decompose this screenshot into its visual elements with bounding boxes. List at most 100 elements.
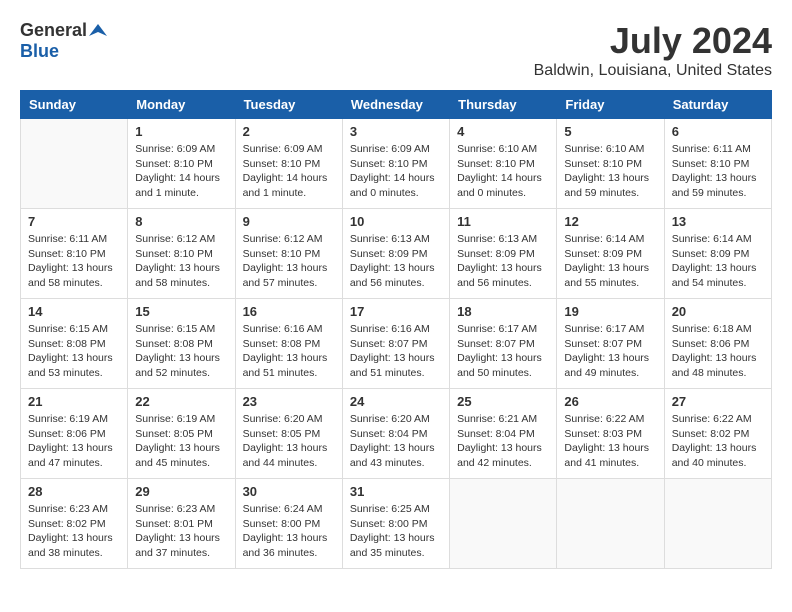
calendar-cell: 29Sunrise: 6:23 AMSunset: 8:01 PMDayligh… [128,479,235,569]
day-number: 5 [564,124,656,139]
day-info: Sunrise: 6:17 AMSunset: 8:07 PMDaylight:… [564,322,656,381]
day-info: Sunrise: 6:09 AMSunset: 8:10 PMDaylight:… [350,142,442,201]
day-number: 1 [135,124,227,139]
calendar-header-sunday: Sunday [21,91,128,119]
day-info: Sunrise: 6:20 AMSunset: 8:05 PMDaylight:… [243,412,335,471]
calendar-cell: 10Sunrise: 6:13 AMSunset: 8:09 PMDayligh… [342,209,449,299]
calendar-cell: 27Sunrise: 6:22 AMSunset: 8:02 PMDayligh… [664,389,771,479]
calendar-cell: 21 Sunrise: 6:19 AMSunset: 8:06 PMDayligh… [21,389,128,479]
day-info: Sunrise: 6:17 AMSunset: 8:07 PMDaylight:… [457,322,549,381]
calendar-cell: 8 Sunrise: 6:12 AMSunset: 8:10 PMDaylight… [128,209,235,299]
calendar-week-3: 14Sunrise: 6:15 AMSunset: 8:08 PMDayligh… [21,299,772,389]
day-info: Sunrise: 6:14 AMSunset: 8:09 PMDaylight:… [564,232,656,291]
subtitle: Baldwin, Louisiana, United States [534,62,772,80]
day-number: 28 [28,484,120,499]
day-info: Sunrise: 6:12 AMSunset: 8:10 PMDaylight:… [135,232,227,291]
logo: General Blue [20,20,107,62]
day-info: Sunrise: 6:11 AMSunset: 8:10 PMDaylight:… [672,142,764,201]
calendar-week-1: 1 Sunrise: 6:09 AMSunset: 8:10 PMDaylight… [21,119,772,209]
logo-general: General [20,20,87,41]
day-number: 26 [564,394,656,409]
calendar-header-monday: Monday [128,91,235,119]
calendar-table: SundayMondayTuesdayWednesdayThursdayFrid… [20,90,772,569]
calendar-week-5: 28 Sunrise: 6:23 AMSunset: 8:02 PMDayligh… [21,479,772,569]
day-number: 22 [135,394,227,409]
day-number: 6 [672,124,764,139]
logo-blue: Blue [20,41,59,61]
calendar-cell: 16Sunrise: 6:16 AMSunset: 8:08 PMDayligh… [235,299,342,389]
day-number: 31 [350,484,442,499]
calendar-cell: 4 Sunrise: 6:10 AMSunset: 8:10 PMDaylight… [450,119,557,209]
calendar-cell: 1 Sunrise: 6:09 AMSunset: 8:10 PMDaylight… [128,119,235,209]
calendar-cell: 26 Sunrise: 6:22 AMSunset: 8:03 PMDayligh… [557,389,664,479]
title-area: July 2024 Baldwin, Louisiana, United Sta… [534,20,772,80]
day-number: 18 [457,304,549,319]
calendar-cell: 30 Sunrise: 6:24 AMSunset: 8:00 PMDayligh… [235,479,342,569]
calendar-cell: 3 Sunrise: 6:09 AMSunset: 8:10 PMDaylight… [342,119,449,209]
day-info: Sunrise: 6:24 AMSunset: 8:00 PMDaylight:… [243,502,335,561]
day-number: 25 [457,394,549,409]
day-info: Sunrise: 6:11 AMSunset: 8:10 PMDaylight:… [28,232,120,291]
day-number: 4 [457,124,549,139]
day-info: Sunrise: 6:22 AMSunset: 8:02 PMDaylight:… [672,412,764,471]
day-info: Sunrise: 6:12 AMSunset: 8:10 PMDaylight:… [243,232,335,291]
day-number: 15 [135,304,227,319]
calendar-cell [21,119,128,209]
day-info: Sunrise: 6:19 AMSunset: 8:06 PMDaylight:… [28,412,120,471]
day-info: Sunrise: 6:23 AMSunset: 8:02 PMDaylight:… [28,502,120,561]
calendar-week-4: 21 Sunrise: 6:19 AMSunset: 8:06 PMDayligh… [21,389,772,479]
day-number: 11 [457,214,549,229]
calendar-header-thursday: Thursday [450,91,557,119]
day-info: Sunrise: 6:21 AMSunset: 8:04 PMDaylight:… [457,412,549,471]
day-number: 23 [243,394,335,409]
day-info: Sunrise: 6:22 AMSunset: 8:03 PMDaylight:… [564,412,656,471]
calendar-header-wednesday: Wednesday [342,91,449,119]
day-info: Sunrise: 6:15 AMSunset: 8:08 PMDaylight:… [135,322,227,381]
day-number: 12 [564,214,656,229]
day-number: 9 [243,214,335,229]
day-info: Sunrise: 6:09 AMSunset: 8:10 PMDaylight:… [135,142,227,201]
day-number: 30 [243,484,335,499]
day-info: Sunrise: 6:10 AMSunset: 8:10 PMDaylight:… [457,142,549,201]
calendar-header-friday: Friday [557,91,664,119]
day-number: 2 [243,124,335,139]
page-header: General Blue July 2024 Baldwin, Louisian… [20,20,772,80]
logo-bird-icon [89,22,107,40]
calendar-cell: 17 Sunrise: 6:16 AMSunset: 8:07 PMDayligh… [342,299,449,389]
day-number: 10 [350,214,442,229]
day-number: 21 [28,394,120,409]
calendar-cell [557,479,664,569]
calendar-cell: 2 Sunrise: 6:09 AMSunset: 8:10 PMDaylight… [235,119,342,209]
calendar-cell: 28 Sunrise: 6:23 AMSunset: 8:02 PMDayligh… [21,479,128,569]
day-info: Sunrise: 6:25 AMSunset: 8:00 PMDaylight:… [350,502,442,561]
calendar-cell: 5 Sunrise: 6:10 AMSunset: 8:10 PMDaylight… [557,119,664,209]
calendar-cell: 19 Sunrise: 6:17 AMSunset: 8:07 PMDayligh… [557,299,664,389]
calendar-cell [664,479,771,569]
calendar-cell: 31 Sunrise: 6:25 AMSunset: 8:00 PMDayligh… [342,479,449,569]
calendar-header-row: SundayMondayTuesdayWednesdayThursdayFrid… [21,91,772,119]
day-info: Sunrise: 6:13 AMSunset: 8:09 PMDaylight:… [457,232,549,291]
day-number: 8 [135,214,227,229]
day-info: Sunrise: 6:18 AMSunset: 8:06 PMDaylight:… [672,322,764,381]
calendar-week-2: 7 Sunrise: 6:11 AMSunset: 8:10 PMDaylight… [21,209,772,299]
calendar-cell: 14Sunrise: 6:15 AMSunset: 8:08 PMDayligh… [21,299,128,389]
calendar-cell: 13Sunrise: 6:14 AMSunset: 8:09 PMDayligh… [664,209,771,299]
calendar-cell: 23 Sunrise: 6:20 AMSunset: 8:05 PMDayligh… [235,389,342,479]
day-info: Sunrise: 6:20 AMSunset: 8:04 PMDaylight:… [350,412,442,471]
day-number: 16 [243,304,335,319]
day-number: 19 [564,304,656,319]
day-info: Sunrise: 6:09 AMSunset: 8:10 PMDaylight:… [243,142,335,201]
calendar-header-saturday: Saturday [664,91,771,119]
calendar-cell: 12 Sunrise: 6:14 AMSunset: 8:09 PMDayligh… [557,209,664,299]
day-number: 13 [672,214,764,229]
day-number: 7 [28,214,120,229]
day-number: 17 [350,304,442,319]
day-info: Sunrise: 6:10 AMSunset: 8:10 PMDaylight:… [564,142,656,201]
day-info: Sunrise: 6:16 AMSunset: 8:07 PMDaylight:… [350,322,442,381]
calendar-cell: 6 Sunrise: 6:11 AMSunset: 8:10 PMDaylight… [664,119,771,209]
day-number: 3 [350,124,442,139]
calendar-cell [450,479,557,569]
calendar-cell: 9 Sunrise: 6:12 AMSunset: 8:10 PMDaylight… [235,209,342,299]
calendar-cell: 22Sunrise: 6:19 AMSunset: 8:05 PMDayligh… [128,389,235,479]
day-number: 20 [672,304,764,319]
